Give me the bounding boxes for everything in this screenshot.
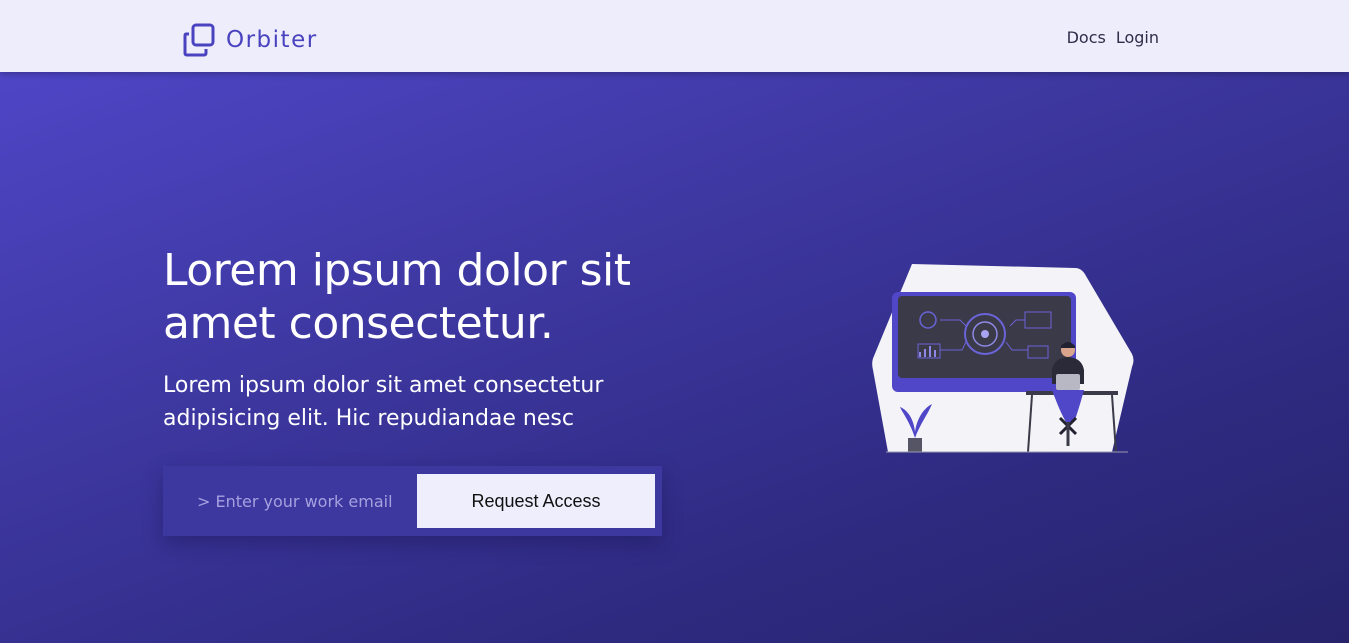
email-input[interactable] [185, 474, 434, 528]
signup-form: Request Access [163, 466, 662, 536]
hero-subtitle: Lorem ipsum dolor sit amet consectetur a… [163, 373, 604, 431]
nav-link-docs[interactable]: Docs [1067, 28, 1106, 47]
nav-links: Docs Login [1067, 28, 1159, 47]
nav-link-login[interactable]: Login [1116, 28, 1159, 47]
hero-title: Lorem ipsum dolor sit amet consectetur. [163, 245, 631, 349]
brand-name: Orbiter [226, 27, 318, 53]
copy-squares-icon [183, 23, 215, 57]
brand-logo-link[interactable]: Orbiter [183, 22, 318, 58]
person-at-desk-dashboard-illustration [872, 264, 1134, 453]
request-access-button[interactable]: Request Access [417, 474, 655, 528]
navbar: Orbiter Docs Login [0, 0, 1349, 72]
